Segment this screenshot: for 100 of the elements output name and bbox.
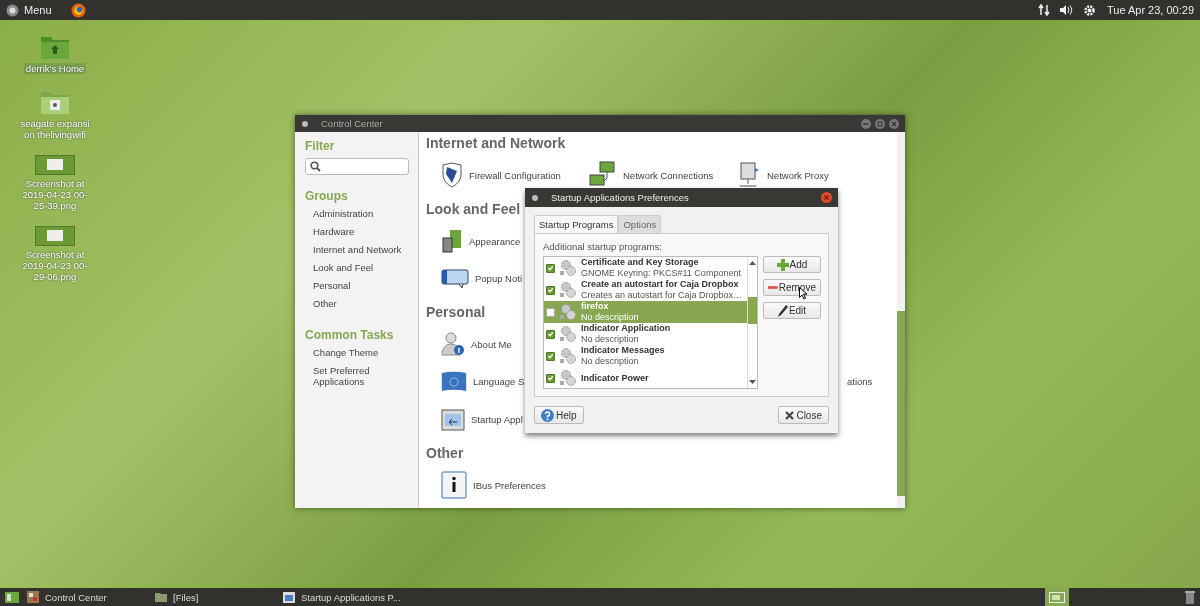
scrollbar[interactable] [897,132,905,508]
volume-icon[interactable] [1058,4,1074,16]
program-description: No description [581,334,640,345]
applet-label[interactable]: Network Connections [623,169,714,181]
checkbox[interactable] [546,307,555,317]
computer-icon[interactable] [737,162,761,189]
gears-icon [559,303,577,321]
network-icon[interactable] [1037,4,1050,16]
applet-label[interactable]: Appearance [469,235,521,247]
show-desktop-icon[interactable] [5,591,19,603]
taskbar-button[interactable]: [Files] [153,591,275,603]
sidebar-link[interactable]: Look and Feel [313,262,418,273]
clock[interactable]: Tue Apr 23, 00:29 [1106,4,1194,16]
help-button[interactable]: Help [534,406,584,424]
window-menu-icon[interactable] [531,193,539,202]
window-menu-icon[interactable] [301,119,309,128]
applet-label[interactable]: Firewall Configuration [469,169,561,181]
applet-label[interactable]: Language S [473,376,525,388]
list-caption: Additional startup programs: [543,241,663,252]
flag-icon[interactable] [441,371,467,393]
scroll-up-icon[interactable] [749,260,756,265]
applet-label[interactable]: About Me [471,338,512,350]
tab[interactable]: Startup Programs [534,215,619,233]
program-name: Certificate and Key Storage [581,257,700,268]
close-button[interactable] [821,192,832,203]
checkbox[interactable] [546,263,555,273]
sidebar-link[interactable]: Administration [313,208,418,219]
section-heading: Personal [426,303,486,323]
section-heading: Other [426,444,464,464]
minimize-button[interactable] [861,118,871,129]
scrollbar-thumb[interactable] [897,311,905,496]
sidebar-link[interactable]: Personal [313,280,418,291]
scrollbar[interactable] [747,257,757,388]
maximize-button[interactable] [875,118,885,129]
close-button[interactable]: Close [778,406,829,424]
gears-icon [559,347,577,365]
browser-icon[interactable] [70,2,86,18]
applet-label[interactable]: Startup Appl [471,414,523,426]
applet-label[interactable]: Popup Noti [475,273,522,285]
info-icon[interactable] [441,471,467,500]
sidebar-link[interactable]: Change Theme [313,347,418,358]
window-icon [283,591,295,603]
edit-button[interactable]: Edit [763,302,821,319]
image-thumbnail-icon[interactable] [35,226,75,246]
sidebar-heading: Common Tasks [305,328,395,342]
sidebar-link[interactable]: Hardware [313,226,418,237]
home-folder-icon[interactable] [40,34,70,60]
window-title: Control Center [321,118,383,129]
section-heading: Look and Feel [426,199,521,219]
help-icon [541,408,554,422]
applet-label[interactable]: Network Proxy [767,169,829,181]
settings-icon[interactable] [1082,3,1096,17]
pencil-icon [777,304,788,317]
applet-label[interactable]: IBus Preferences [473,479,546,491]
folder-icon [155,592,167,602]
minus-icon [768,285,778,290]
image-thumbnail-icon[interactable] [35,155,75,175]
applet-label[interactable]: ations [847,376,873,388]
add-button[interactable]: Add [763,256,821,273]
close-icon [785,410,795,420]
search-icon [310,161,321,172]
scroll-down-icon[interactable] [749,380,756,385]
gears-icon [559,281,577,299]
gears-icon [559,369,577,387]
person-info-icon[interactable] [441,331,465,358]
workspace-switcher[interactable] [1045,588,1069,606]
section-heading: Internet and Network [426,134,566,153]
menu-logo-icon [6,3,19,17]
checkbox[interactable] [546,373,555,383]
paint-icon[interactable] [441,228,463,254]
search-field[interactable] [305,158,409,175]
program-row[interactable]: Create an autostart for Caja Dropbox Creates an autostart for Caja Dropbox… [544,279,747,301]
program-name: Create an autostart for Caja Dropbox [581,279,740,290]
program-row[interactable]: Indicator Power [544,367,747,388]
program-row[interactable]: Indicator Messages No description [544,345,747,367]
taskbar-button[interactable]: Control Center [25,591,147,603]
sidebar-heading: Groups [305,189,349,203]
checkbox[interactable] [546,351,555,361]
tab[interactable]: Options [618,215,662,233]
program-name: firefox [581,301,610,312]
remove-button[interactable]: Remove [763,279,821,296]
menu-button[interactable]: Menu [6,3,52,17]
program-row[interactable]: Indicator Application No description [544,323,747,345]
sidebar-heading: Filter [305,139,336,153]
gears-icon [559,259,577,277]
checkbox[interactable] [546,329,555,339]
plus-icon [776,258,789,271]
sidebar-link[interactable]: Set Preferred Applications [313,365,418,387]
scrollbar-thumb[interactable] [748,297,757,324]
shield-icon[interactable] [441,162,463,189]
control-panel-icon [27,591,39,603]
sidebar-link[interactable]: Other [313,298,418,309]
taskbar-button[interactable]: Startup Applications P... [281,591,403,603]
program-row[interactable]: Certificate and Key Storage GNOME Keyring: PKCS#11 Component [544,257,747,279]
trash-icon[interactable] [1185,590,1195,604]
close-button[interactable] [889,118,899,129]
sidebar-link[interactable]: Internet and Network [313,244,418,255]
notification-bubble-icon[interactable] [441,267,469,290]
checkbox[interactable] [546,285,555,295]
program-name: Indicator Application [581,323,671,334]
